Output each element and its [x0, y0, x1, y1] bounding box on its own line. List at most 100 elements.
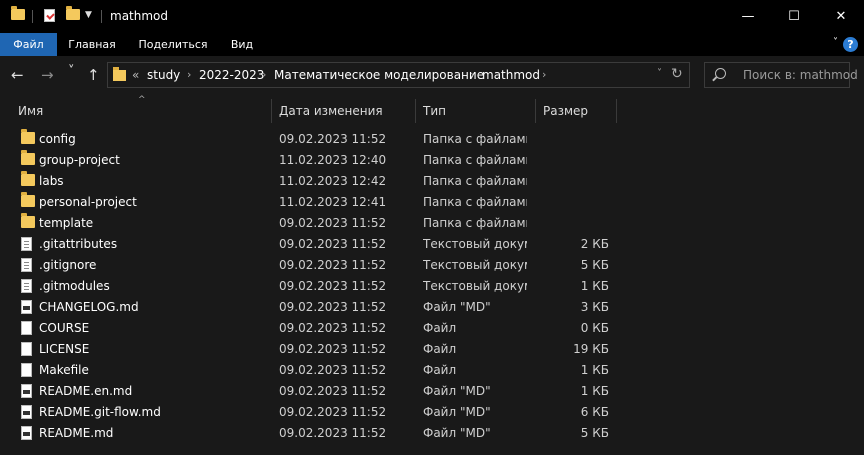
column-divider[interactable]	[535, 99, 536, 123]
file-type: Файл "MD"	[423, 405, 491, 419]
breadcrumb-overflow[interactable]: «	[132, 68, 139, 82]
file-row[interactable]: .gitmodules 09.02.2023 11:52 Текстовый док…	[0, 276, 864, 297]
properties-icon[interactable]	[44, 9, 55, 22]
file-size: 1 КБ	[580, 279, 609, 293]
text-file-icon	[21, 237, 32, 251]
file-row[interactable]: README.md 09.02.2023 11:52 Файл "MD" 5 КБ	[0, 423, 864, 444]
file-date: 09.02.2023 11:52	[279, 258, 387, 272]
column-header-type[interactable]: Тип	[423, 104, 446, 118]
file-name: labs	[39, 174, 64, 188]
breadcrumb-separator[interactable]: ›	[470, 68, 474, 81]
file-size: 19 КБ	[573, 342, 609, 356]
file-icon	[21, 363, 32, 377]
file-name: README.md	[39, 426, 114, 440]
file-type: Папка с файлами	[423, 195, 527, 209]
file-size: 5 КБ	[580, 426, 609, 440]
file-type: Текстовый докум...	[423, 279, 527, 293]
breadcrumb-separator[interactable]: ›	[542, 68, 546, 81]
refresh-icon[interactable]: ↻	[671, 66, 683, 82]
up-button[interactable]: ↑	[87, 66, 100, 84]
file-type: Текстовый докум...	[423, 237, 527, 251]
column-header-date[interactable]: Дата изменения	[279, 104, 383, 118]
file-size: 1 КБ	[580, 384, 609, 398]
file-row[interactable]: CHANGELOG.md 09.02.2023 11:52 Файл "MD" 3 К…	[0, 297, 864, 318]
maximize-button[interactable]: ☐	[771, 0, 817, 33]
file-row[interactable]: Makefile 09.02.2023 11:52 Файл 1 КБ	[0, 360, 864, 381]
file-row[interactable]: .gitignore 09.02.2023 11:52 Текстовый доку…	[0, 255, 864, 276]
folder-icon	[21, 129, 35, 144]
file-row[interactable]: README.en.md 09.02.2023 11:52 Файл "MD" 1 К…	[0, 381, 864, 402]
file-icon	[21, 321, 32, 335]
column-header-size[interactable]: Размер	[543, 104, 588, 118]
file-type: Файл "MD"	[423, 300, 491, 314]
back-button[interactable]: ←	[11, 66, 24, 84]
breadcrumb-mathmod[interactable]: mathmod	[482, 68, 540, 82]
column-divider[interactable]	[415, 99, 416, 123]
file-type: Файл	[423, 363, 457, 377]
minimize-button[interactable]: —	[725, 0, 771, 33]
file-date: 09.02.2023 11:52	[279, 279, 387, 293]
md-file-icon	[21, 426, 32, 440]
file-row[interactable]: config 09.02.2023 11:52 Папка с файлами	[0, 129, 864, 150]
file-name: Makefile	[39, 363, 89, 377]
folder-icon	[113, 67, 126, 81]
folder-icon	[21, 171, 35, 186]
file-row[interactable]: template 09.02.2023 11:52 Папка с файлами	[0, 213, 864, 234]
file-row[interactable]: labs 11.02.2023 12:42 Папка с файлами	[0, 171, 864, 192]
help-icon[interactable]: ?	[843, 37, 858, 52]
file-row[interactable]: LICENSE 09.02.2023 11:52 Файл 19 КБ	[0, 339, 864, 360]
file-row[interactable]: .gitattributes 09.02.2023 11:52 Текстовый …	[0, 234, 864, 255]
divider	[101, 10, 102, 23]
breadcrumb-study[interactable]: study	[147, 68, 180, 82]
folder-icon	[21, 150, 35, 165]
ribbon-expand-icon[interactable]: ˅	[833, 37, 838, 48]
breadcrumb-2022-2023[interactable]: 2022-2023	[199, 68, 264, 82]
file-date: 09.02.2023 11:52	[279, 384, 387, 398]
file-type: Файл	[423, 321, 457, 335]
file-date: 09.02.2023 11:52	[279, 237, 387, 251]
file-name: CHANGELOG.md	[39, 300, 139, 314]
file-size: 2 КБ	[580, 237, 609, 251]
file-size: 1 КБ	[580, 363, 609, 377]
text-file-icon	[21, 279, 32, 293]
new-folder-icon[interactable]	[66, 6, 80, 20]
column-header-name[interactable]: Имя	[18, 104, 43, 118]
file-date: 09.02.2023 11:52	[279, 426, 387, 440]
recent-locations-button[interactable]: ˅	[68, 64, 75, 79]
address-dropdown-icon[interactable]: ˅	[657, 68, 662, 79]
forward-button[interactable]: →	[41, 66, 54, 84]
search-icon	[715, 68, 726, 79]
md-file-icon	[21, 384, 32, 398]
file-row[interactable]: README.git-flow.md 09.02.2023 11:52 Файл "…	[0, 402, 864, 423]
file-name: README.en.md	[39, 384, 133, 398]
divider	[32, 10, 33, 23]
search-input[interactable]: Поиск в: mathmod	[743, 68, 858, 82]
file-name: README.git-flow.md	[39, 405, 161, 419]
search-box[interactable]: Поиск в: mathmod	[704, 62, 858, 88]
breadcrumb-separator[interactable]: ›	[262, 68, 266, 81]
close-button[interactable]: ✕	[818, 0, 864, 33]
file-row[interactable]: personal-project 11.02.2023 12:41 Папка с …	[0, 192, 864, 213]
tab-home[interactable]: Главная	[57, 33, 127, 56]
column-divider[interactable]	[616, 99, 617, 123]
file-type: Файл	[423, 342, 457, 356]
file-name: .gitmodules	[39, 279, 110, 293]
address-bar[interactable]: « study › 2022-2023 › Математическое мод…	[107, 62, 690, 88]
breadcrumb-separator[interactable]: ›	[187, 68, 191, 81]
text-file-icon	[21, 258, 32, 272]
file-list: config 09.02.2023 11:52 Папка с файлами gro…	[0, 129, 864, 444]
tab-view[interactable]: Вид	[219, 33, 265, 56]
file-name: template	[39, 216, 94, 230]
file-date: 11.02.2023 12:41	[279, 195, 387, 209]
file-name: COURSE	[39, 321, 90, 335]
file-size: 0 КБ	[580, 321, 609, 335]
file-row[interactable]: group-project 11.02.2023 12:40 Папка с фай…	[0, 150, 864, 171]
tab-share[interactable]: Поделиться	[127, 33, 219, 56]
column-divider[interactable]	[271, 99, 272, 123]
file-row[interactable]: COURSE 09.02.2023 11:52 Файл 0 КБ	[0, 318, 864, 339]
breadcrumb-math-modeling[interactable]: Математическое моделирование	[274, 68, 484, 82]
quick-access-dropdown-icon[interactable]: ▼	[85, 10, 92, 20]
tab-file[interactable]: Файл	[0, 33, 57, 56]
column-headers: ^ Имя Дата изменения Тип Размер	[0, 95, 864, 123]
file-size: 5 КБ	[580, 258, 609, 272]
